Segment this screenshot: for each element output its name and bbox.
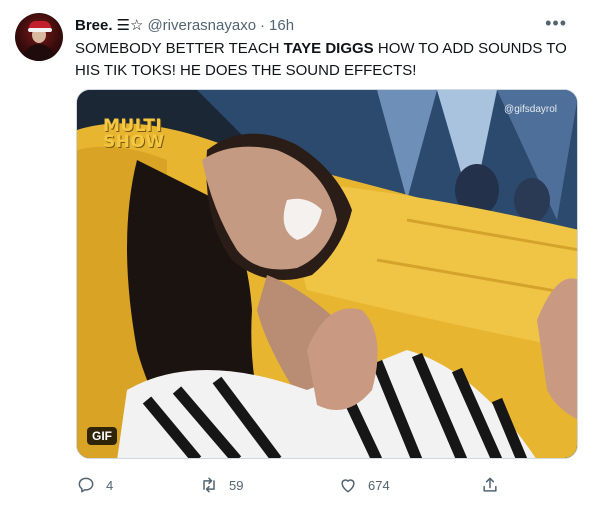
share-icon xyxy=(483,477,497,492)
more-options-icon[interactable]: ••• xyxy=(545,13,567,34)
santa-hat-trim xyxy=(28,28,52,32)
reply-button[interactable]: 4 xyxy=(76,473,113,497)
reply-icon xyxy=(78,477,94,493)
tweet-text: SOMEBODY BETTER TEACH TAYE DIGGS HOW TO … xyxy=(75,38,575,82)
tweet-header: Bree. ☰☆ @riverasnayaxo · 16h ••• xyxy=(75,13,575,35)
share-button[interactable] xyxy=(480,473,500,497)
user-handle[interactable]: @riverasnayaxo xyxy=(147,17,256,34)
gif-media[interactable]: @gifsdayrol MULTI SHOW GIF xyxy=(76,89,578,459)
reply-count: 4 xyxy=(106,477,114,493)
gif-badge: GIF xyxy=(87,427,117,445)
like-button[interactable]: 674 xyxy=(338,473,390,497)
tweet-text-bold: TAYE DIGGS xyxy=(283,40,374,57)
tweet-timestamp[interactable]: 16h xyxy=(269,17,294,34)
tweet-text-part1: SOMEBODY BETTER TEACH xyxy=(75,40,284,57)
avatar[interactable] xyxy=(15,13,63,61)
like-count: 674 xyxy=(368,477,390,493)
display-name[interactable]: Bree. xyxy=(75,17,113,34)
channel-logo: MULTI SHOW xyxy=(103,118,165,152)
media-watermark: @gifsdayrol xyxy=(504,104,557,115)
avatar-body xyxy=(23,44,55,61)
logo-line-2: SHOW xyxy=(103,132,165,152)
heart-icon xyxy=(341,479,355,493)
retweet-count: 59 xyxy=(229,477,244,493)
separator-dot: · xyxy=(260,16,266,34)
retweet-button[interactable]: 59 xyxy=(199,473,243,497)
name-emoji: ☰☆ xyxy=(116,17,144,34)
tweet-actions: 4 59 674 xyxy=(76,473,506,497)
retweet-icon xyxy=(203,477,215,493)
tweet-card[interactable]: Bree. ☰☆ @riverasnayaxo · 16h ••• SOMEBO… xyxy=(0,0,595,507)
